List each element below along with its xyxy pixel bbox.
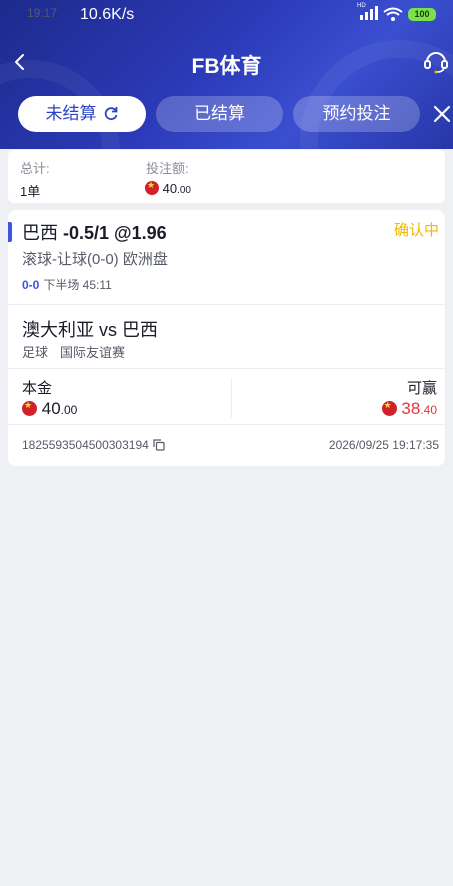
- wifi-icon: [383, 7, 403, 21]
- tab-label: 预约投注: [322, 104, 391, 123]
- page-title: FB体育: [191, 55, 262, 78]
- match-name: 澳大利亚 vs 巴西: [22, 320, 159, 340]
- live-score: 0-0: [22, 278, 40, 292]
- selected-team: 巴西: [22, 223, 58, 243]
- refresh-icon[interactable]: [103, 105, 119, 121]
- bet-datetime: 2026/09/25 19:17:35: [328, 438, 439, 452]
- live-info: 0-0 下半场 45:11: [22, 276, 112, 293]
- order-id: 1825593504500303194: [22, 438, 165, 452]
- stake-value: 40.00: [145, 180, 191, 196]
- market-type: 滚球-让球(0-0) 欧洲盘: [22, 251, 168, 268]
- navbar: FB体育: [0, 40, 453, 84]
- status-badge: 确认中: [393, 222, 439, 239]
- headset-icon[interactable]: [423, 48, 449, 74]
- tab-label: 已结算: [194, 104, 245, 123]
- battery-icon: 100: [408, 8, 436, 21]
- header: 19:17 10.6K/s HD 100 FB体育 未结算 已结算 预约投注: [0, 0, 453, 149]
- handicap-odds: -0.5/1 @1.96: [63, 223, 167, 243]
- status-bar: 19:17 10.6K/s HD 100: [0, 0, 453, 30]
- potential-win-label: 可赢: [406, 380, 437, 397]
- tab-reserved-bets[interactable]: 预约投注: [293, 96, 420, 132]
- total-value: 1单: [20, 184, 41, 199]
- bet-card[interactable]: 巴西 -0.5/1 @1.96 确认中 滚球-让球(0-0) 欧洲盘 0-0 下半…: [8, 210, 445, 466]
- stake-label: 投注额:: [146, 161, 189, 176]
- currency-icon: [22, 400, 37, 416]
- tab-label: 未结算: [45, 104, 97, 123]
- currency-icon: [381, 400, 397, 416]
- tab-unsettled[interactable]: 未结算: [18, 96, 146, 132]
- copy-icon[interactable]: [153, 439, 165, 451]
- league-name: 国际友谊赛: [60, 345, 126, 360]
- divider: [231, 378, 232, 418]
- live-time: 下半场 45:11: [43, 278, 112, 292]
- total-label: 总计:: [20, 161, 50, 176]
- sport-name: 足球: [22, 345, 49, 360]
- network-speed: 10.6K/s: [80, 6, 135, 23]
- league-info: 足球 国际友谊赛: [22, 342, 125, 361]
- signal-icon: [360, 6, 378, 20]
- potential-win-value: 38.40: [381, 399, 437, 419]
- principal-value: 40.00: [22, 399, 77, 419]
- divider: [8, 368, 445, 369]
- divider: [8, 304, 445, 305]
- accent-bar: [8, 222, 12, 242]
- close-icon[interactable]: [432, 104, 452, 124]
- bet-selection: 巴西 -0.5/1 @1.96: [22, 219, 167, 245]
- tab-bar: 未结算 已结算 预约投注: [18, 96, 453, 132]
- currency-icon: [145, 180, 159, 196]
- principal-label: 本金: [22, 380, 53, 397]
- divider: [8, 424, 445, 425]
- bet-summary: 总计: 1单 投注额: 40.00: [8, 150, 445, 203]
- tab-settled[interactable]: 已结算: [156, 96, 283, 132]
